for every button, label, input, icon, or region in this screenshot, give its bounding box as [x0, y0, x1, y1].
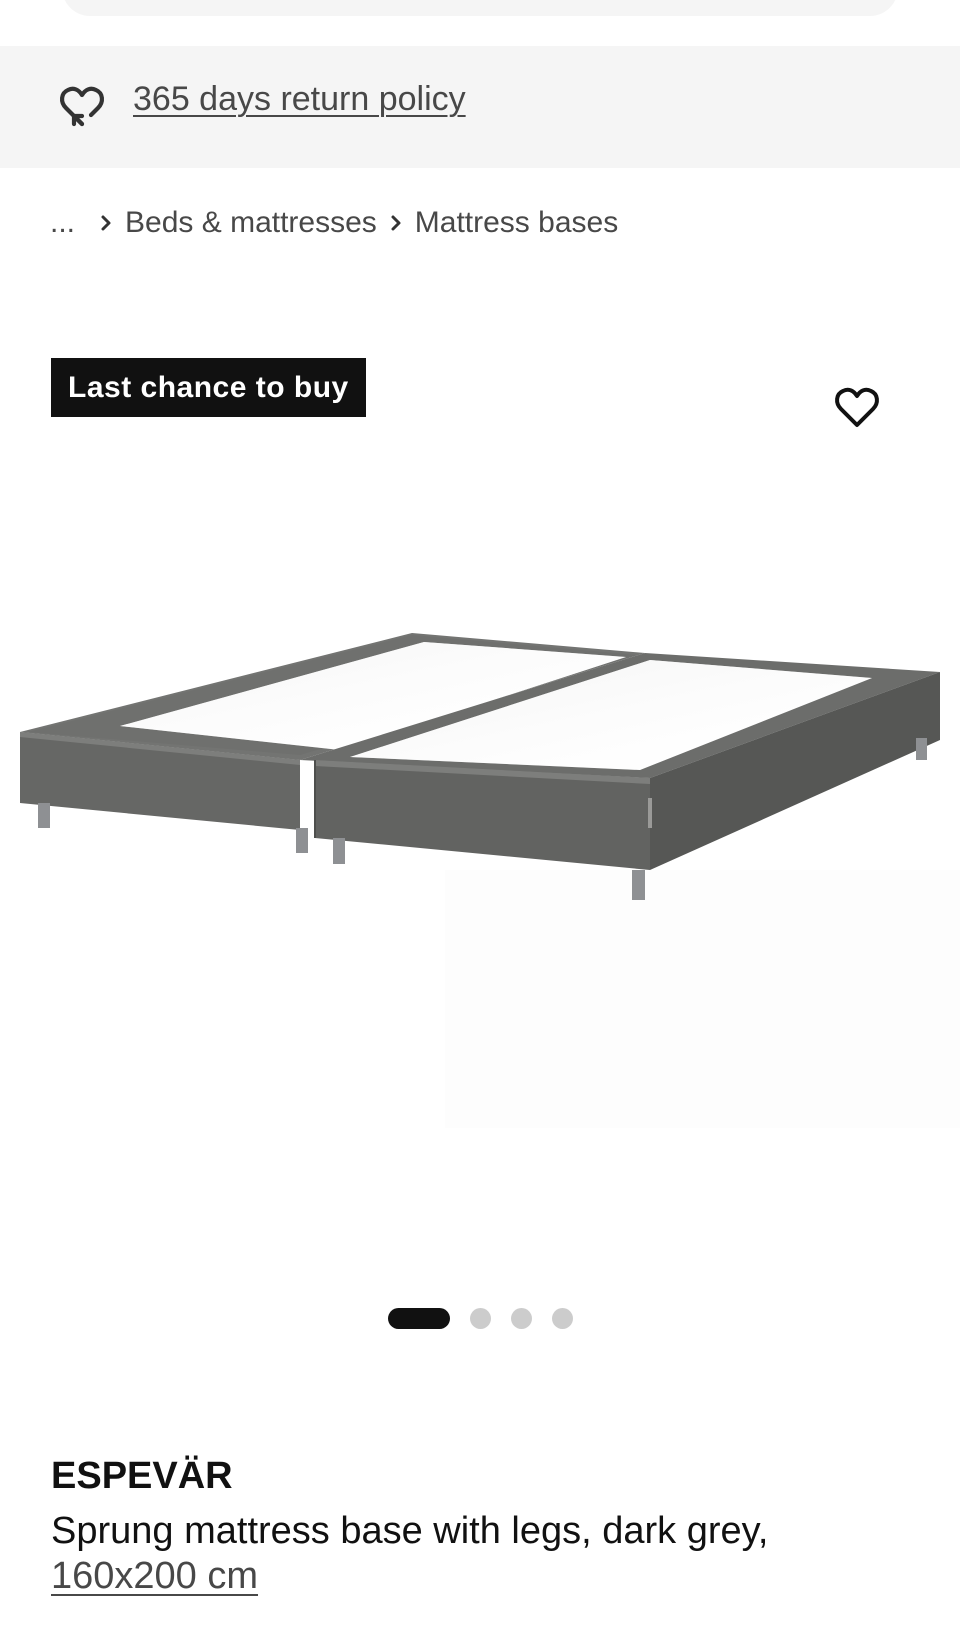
return-policy-link[interactable]: 365 days return policy	[133, 80, 466, 119]
breadcrumb-item-mattress-bases[interactable]: Mattress bases	[415, 206, 618, 240]
chevron-right-icon	[377, 200, 415, 246]
heart-outline-icon	[833, 385, 881, 434]
carousel-dot-3[interactable]	[511, 1307, 532, 1329]
product-size-link[interactable]: 160x200 cm	[51, 1555, 258, 1598]
return-policy-banner[interactable]: 365 days return policy	[0, 46, 960, 168]
carousel-dot-2[interactable]	[470, 1307, 491, 1329]
carousel-indicator	[388, 1307, 573, 1329]
carousel-dot-4[interactable]	[552, 1307, 573, 1329]
breadcrumb-item-beds-mattresses[interactable]: Beds & mattresses	[125, 206, 377, 240]
product-image[interactable]	[0, 600, 960, 1160]
favorite-button[interactable]	[830, 384, 884, 434]
return-heart-icon	[58, 84, 106, 130]
product-description: Sprung mattress base with legs, dark gre…	[51, 1510, 769, 1552]
chevron-right-icon	[87, 200, 125, 246]
status-badge: Last chance to buy	[51, 358, 366, 417]
breadcrumb: ... Beds & mattresses Mattress bases	[50, 200, 618, 246]
product-name: ESPEVÄR	[51, 1455, 233, 1497]
search-bar-edge[interactable]	[62, 0, 898, 16]
carousel-dot-1[interactable]	[388, 1307, 450, 1329]
breadcrumb-ellipsis[interactable]: ...	[50, 206, 75, 240]
